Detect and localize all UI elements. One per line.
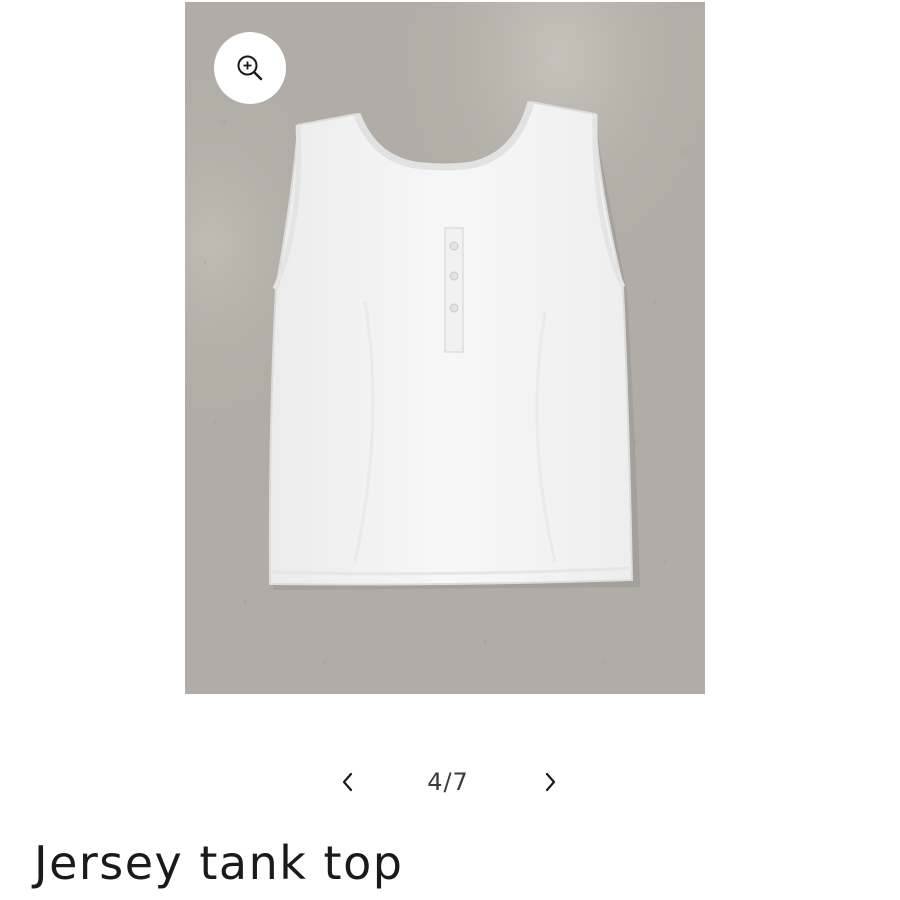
product-image[interactable] — [185, 2, 705, 694]
zoom-button[interactable] — [214, 32, 286, 104]
product-page: 4/7 Jersey tank top — [0, 0, 900, 900]
chevron-left-icon — [342, 772, 353, 792]
chevron-right-icon — [545, 772, 556, 792]
product-photo — [185, 2, 705, 694]
next-slide-button[interactable] — [526, 758, 574, 806]
zoom-in-icon — [237, 55, 263, 81]
slide-counter: 4/7 — [427, 768, 469, 796]
previous-slide-button[interactable] — [324, 758, 372, 806]
product-title: Jersey tank top — [34, 836, 404, 890]
gallery-pager: 4/7 — [0, 758, 900, 806]
